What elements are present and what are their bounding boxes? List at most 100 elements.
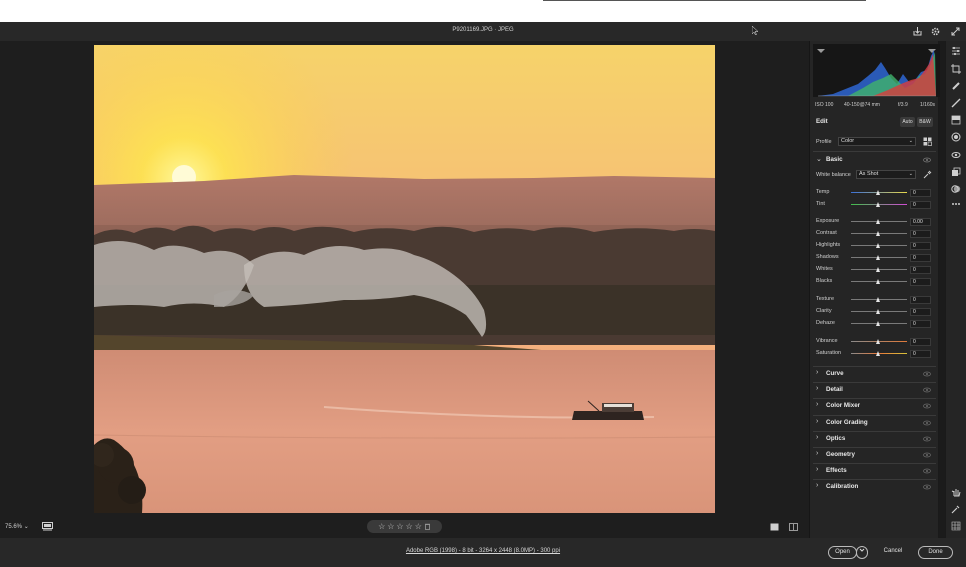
healing-icon[interactable] xyxy=(951,81,961,91)
chevron-right-icon[interactable]: › xyxy=(816,369,818,376)
star-1[interactable]: ☆ xyxy=(378,522,385,531)
crop-icon[interactable] xyxy=(951,64,961,74)
blacks-slider-thumb[interactable] xyxy=(876,279,880,284)
highlights-slider-thumb[interactable] xyxy=(876,243,880,248)
eye-icon[interactable] xyxy=(923,403,931,409)
shadows-slider-thumb[interactable] xyxy=(876,255,880,260)
meta-aperture: f/3.9 xyxy=(898,102,908,108)
auto-button[interactable]: Auto xyxy=(900,117,915,127)
color-grading-section-header[interactable]: Color Grading xyxy=(826,419,868,426)
radial-gradient-icon[interactable] xyxy=(951,132,961,142)
single-view-icon[interactable] xyxy=(770,523,779,531)
chevron-right-icon[interactable]: › xyxy=(816,434,818,441)
temp-slider-thumb[interactable] xyxy=(876,190,880,195)
red-eye-icon[interactable] xyxy=(951,150,961,160)
exposure-slider-thumb[interactable] xyxy=(876,219,880,224)
eye-icon[interactable] xyxy=(923,468,931,474)
star-2[interactable]: ☆ xyxy=(387,522,394,531)
calibration-section-header[interactable]: Calibration xyxy=(826,483,858,490)
chevron-right-icon[interactable]: › xyxy=(816,450,818,457)
contrast-slider-thumb[interactable] xyxy=(876,231,880,236)
done-button[interactable]: Done xyxy=(918,546,953,559)
geometry-section-header[interactable]: Geometry xyxy=(826,451,855,458)
shadows-value[interactable]: 0 xyxy=(910,254,931,262)
chevron-right-icon[interactable]: › xyxy=(816,482,818,489)
mouse-cursor-icon xyxy=(752,26,758,35)
highlights-value[interactable]: 0 xyxy=(910,242,931,250)
star-5[interactable]: ☆ xyxy=(415,522,422,531)
detail-section-header[interactable]: Detail xyxy=(826,386,843,393)
photo-preview[interactable] xyxy=(94,45,715,513)
vibrance-slider-thumb[interactable] xyxy=(876,339,880,344)
eye-icon[interactable] xyxy=(923,387,931,393)
panel-scrollbar-thumb[interactable] xyxy=(939,41,945,537)
color-sampler-icon[interactable] xyxy=(951,504,961,514)
chevron-right-icon[interactable]: › xyxy=(816,385,818,392)
profile-browser-icon[interactable] xyxy=(923,137,932,146)
texture-slider-thumb[interactable] xyxy=(876,297,880,302)
clarity-slider-thumb[interactable] xyxy=(876,309,880,314)
divider xyxy=(813,366,936,367)
edit-title: Edit xyxy=(816,118,828,125)
open-options-button[interactable] xyxy=(856,546,868,559)
edit-sliders-icon[interactable] xyxy=(951,46,961,56)
profile-dropdown[interactable]: Color ⌄ xyxy=(838,137,916,146)
hand-icon[interactable] xyxy=(951,487,961,497)
tint-slider-thumb[interactable] xyxy=(876,202,880,207)
chevron-right-icon[interactable]: › xyxy=(816,401,818,408)
whites-slider-thumb[interactable] xyxy=(876,267,880,272)
color-mixer-section-header[interactable]: Color Mixer xyxy=(826,402,860,409)
eye-icon[interactable] xyxy=(923,157,931,163)
optics-section-header[interactable]: Optics xyxy=(826,435,845,442)
chevron-right-icon[interactable]: › xyxy=(816,418,818,425)
linear-gradient-icon[interactable] xyxy=(951,115,961,125)
filmstrip-icon[interactable] xyxy=(42,522,53,531)
saturation-slider-thumb[interactable] xyxy=(876,351,880,356)
star-4[interactable]: ☆ xyxy=(406,522,413,531)
workflow-options-link[interactable]: Adobe RGB (1998) - 8 bit - 3264 x 2448 (… xyxy=(0,548,966,554)
clarity-value[interactable]: 0 xyxy=(910,308,931,316)
curve-section-header[interactable]: Curve xyxy=(826,370,844,377)
gear-icon[interactable] xyxy=(930,26,941,37)
eye-icon[interactable] xyxy=(923,436,931,442)
tint-value[interactable]: 0 xyxy=(910,201,931,209)
exposure-value[interactable]: 0.00 xyxy=(910,218,931,226)
footer-bar: Adobe RGB (1998) - 8 bit - 3264 x 2448 (… xyxy=(0,538,966,567)
brush-icon[interactable] xyxy=(951,98,961,108)
presets-icon[interactable] xyxy=(951,184,961,194)
vibrance-value[interactable]: 0 xyxy=(910,338,931,346)
divider xyxy=(813,398,936,400)
rating-stars[interactable]: ☆ ☆ ☆ ☆ ☆ xyxy=(367,520,442,533)
contrast-value[interactable]: 0 xyxy=(910,230,931,238)
dehaze-slider-thumb[interactable] xyxy=(876,321,880,326)
divider xyxy=(813,447,936,448)
blacks-value[interactable]: 0 xyxy=(910,278,931,286)
eye-icon[interactable] xyxy=(923,420,931,426)
eye-icon[interactable] xyxy=(923,371,931,377)
cancel-button[interactable]: Cancel xyxy=(876,548,910,554)
grid-icon[interactable] xyxy=(951,521,961,531)
before-after-icon[interactable] xyxy=(789,523,798,531)
save-icon[interactable] xyxy=(912,26,923,37)
dehaze-value[interactable]: 0 xyxy=(910,320,931,328)
eye-icon[interactable] xyxy=(923,484,931,490)
effects-section-header[interactable]: Effects xyxy=(826,467,847,474)
trash-icon[interactable] xyxy=(424,523,431,530)
eyedropper-icon[interactable] xyxy=(923,170,932,179)
texture-value[interactable]: 0 xyxy=(910,296,931,304)
more-icon[interactable] xyxy=(951,199,961,209)
basic-section-header[interactable]: Basic xyxy=(826,156,843,163)
saturation-value[interactable]: 0 xyxy=(910,350,931,358)
chevron-down-icon[interactable]: ⌄ xyxy=(816,155,822,163)
zoom-level[interactable]: 75.6% ⌄ xyxy=(5,523,29,530)
eye-icon[interactable] xyxy=(923,452,931,458)
bw-button[interactable]: B&W xyxy=(917,117,933,127)
star-3[interactable]: ☆ xyxy=(396,522,403,531)
expand-icon[interactable] xyxy=(950,26,961,37)
chevron-right-icon[interactable]: › xyxy=(816,466,818,473)
white-balance-dropdown[interactable]: As Shot ⌄ xyxy=(856,170,916,179)
whites-value[interactable]: 0 xyxy=(910,266,931,274)
temp-value[interactable]: 0 xyxy=(910,189,931,197)
open-button[interactable]: Open xyxy=(828,546,857,559)
snapshots-icon[interactable] xyxy=(951,167,961,177)
